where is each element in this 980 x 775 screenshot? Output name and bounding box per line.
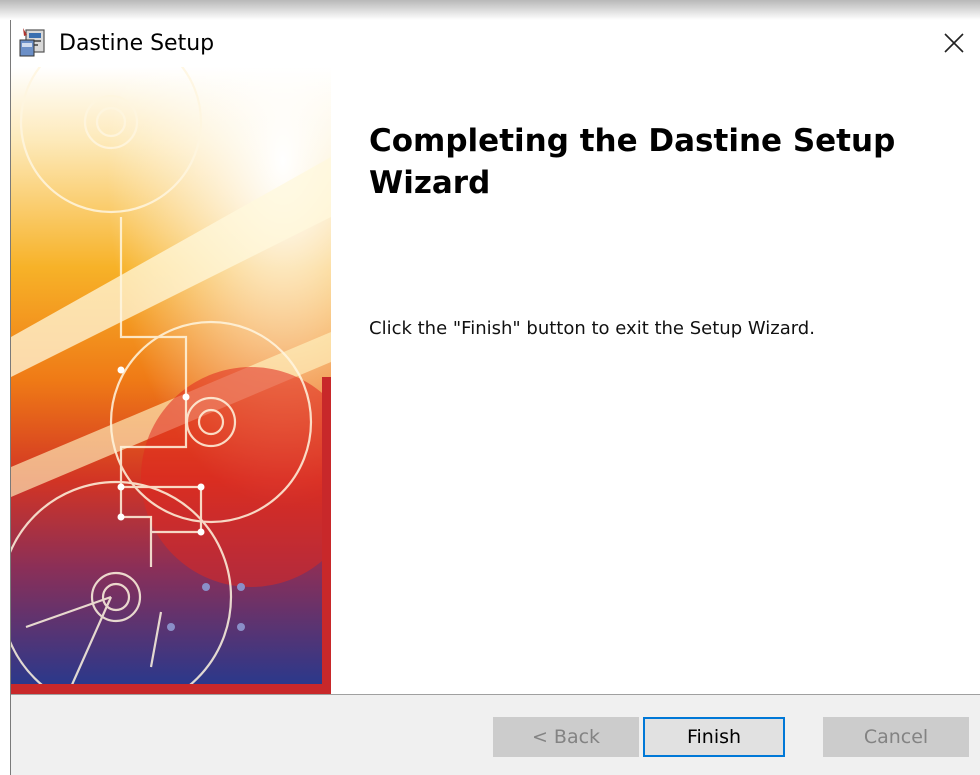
finish-instructions: Click the "Finish" button to exit the Se… <box>369 318 815 339</box>
back-button[interactable]: < Back <box>493 717 639 757</box>
page-title: Completing the Dastine Setup Wizard <box>369 123 896 201</box>
installer-icon <box>17 26 51 60</box>
close-icon <box>944 33 964 53</box>
wizard-banner-image <box>11 67 331 694</box>
desktop-edge <box>0 0 980 20</box>
button-bar: < Back Finish Cancel <box>11 695 980 775</box>
cancel-button[interactable]: Cancel <box>823 717 969 757</box>
close-button[interactable] <box>931 20 980 66</box>
wizard-content: Completing the Dastine Setup Wizard <box>369 120 969 204</box>
title-bar[interactable]: Dastine Setup <box>11 20 980 68</box>
window-title: Dastine Setup <box>59 31 215 56</box>
finish-button[interactable]: Finish <box>643 717 785 757</box>
setup-wizard-window: Dastine Setup Completing the Dastine Set… <box>10 20 980 775</box>
